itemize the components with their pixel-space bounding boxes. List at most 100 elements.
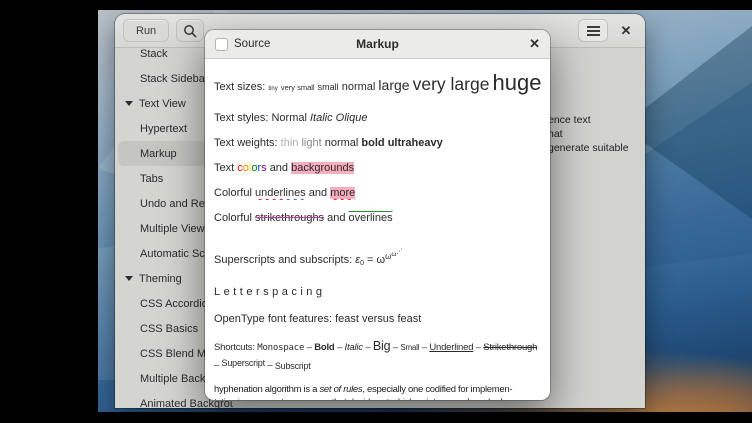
sidebar-item-label: Multiple Views	[140, 223, 210, 235]
formula-omega: ω	[377, 254, 386, 266]
shortcut-italic: Italic	[345, 342, 363, 353]
sample-text: versus	[362, 313, 394, 325]
markup-sample-shortcuts: Shortcuts: Monospace – Bold – Italic – B…	[214, 339, 541, 374]
description-fragment: generate suitable	[548, 142, 629, 154]
sample-label: Superscripts and subscripts:	[214, 254, 352, 266]
size-very-small: very small	[281, 83, 315, 92]
separator-dash: –	[214, 360, 219, 371]
paragraph-line: tation in a computer program, that decid…	[214, 396, 541, 400]
sidebar-item-label: Theming	[139, 273, 182, 285]
underline-red: under	[255, 187, 283, 199]
size-huge: huge	[493, 71, 541, 95]
separator-dash: –	[393, 342, 398, 353]
formula-equals: =	[367, 254, 373, 266]
style-normal: Normal	[271, 112, 306, 124]
size-very-large: very large	[413, 74, 490, 94]
dialog-close-button[interactable]: ✕	[529, 36, 540, 52]
sidebar-item-label: Stack	[140, 48, 168, 60]
formula-subscript: 0	[360, 260, 364, 267]
sample-label: Text sizes:	[214, 81, 265, 93]
source-checkbox[interactable]: Source	[215, 38, 270, 51]
separator-dash: –	[337, 342, 342, 353]
formula-superscript: ω⋰	[391, 251, 402, 258]
shortcut-strikethrough: Strikethrough	[483, 342, 537, 353]
source-checkbox-label: Source	[234, 38, 270, 50]
markup-sample-superscripts: Superscripts and subscripts: ε0 = ωωω⋰	[214, 245, 541, 271]
weight-normal: normal	[325, 137, 359, 149]
markup-sample-underlines: Colorful underlines and more	[214, 186, 541, 200]
style-italic: Italic	[310, 112, 333, 124]
search-button[interactable]	[176, 19, 204, 42]
expander-arrow-icon	[125, 276, 133, 281]
close-icon: ✕	[529, 36, 540, 51]
primary-menu-button[interactable]	[578, 19, 608, 42]
shortcut-superscript: Superscript	[222, 358, 265, 368]
shortcut-bold: Bold	[314, 342, 334, 353]
sidebar-item-label: Markup	[140, 148, 177, 160]
description-fragment: hat	[548, 128, 563, 140]
expander-arrow-icon	[125, 101, 133, 106]
markup-demo-dialog: Source Markup ✕ Text sizes: tiny very sm…	[205, 30, 550, 400]
markup-sample-strikethroughs: Colorful strikethroughs and overlines	[214, 211, 541, 225]
size-large: large	[378, 77, 409, 93]
weight-ultraheavy: ultraheavy	[388, 137, 443, 149]
size-normal: normal	[342, 81, 376, 93]
sample-label: Text	[214, 162, 234, 174]
sample-label: OpenType font features:	[214, 313, 332, 325]
sidebar-item-label: Tabs	[140, 173, 163, 185]
run-button[interactable]: Run	[123, 19, 169, 42]
size-tiny: tiny	[268, 86, 277, 92]
markup-sample-letterspacing: Letterspacing	[214, 285, 541, 299]
separator-dash: –	[307, 342, 312, 353]
markup-sample-text-weights: Text weights: thin light normal bold ult…	[214, 136, 541, 150]
checkbox-icon	[215, 38, 228, 51]
separator-dash: –	[476, 342, 481, 353]
shortcut-underlined: Underlined	[429, 342, 473, 353]
sidebar-item-label: Stack Sidebar	[140, 73, 208, 85]
sidebar-item-label: Hypertext	[140, 123, 187, 135]
separator-dash: –	[422, 342, 427, 353]
paragraph-line: hyphenation algorithm is a set of rules,…	[214, 383, 541, 396]
weight-thin: thin	[281, 137, 299, 149]
sample-text: and	[270, 162, 288, 174]
style-oblique: Olique	[336, 112, 368, 124]
markup-sample-text-styles: Text styles: Normal Italic Olique	[214, 111, 541, 125]
markup-sample-paragraph: hyphenation algorithm is a set of rules,…	[214, 383, 541, 400]
description-fragment: ence text	[548, 114, 591, 126]
markup-sample-opentype: OpenType font features: feast versus fea…	[214, 312, 541, 326]
underlined-word: underlines	[255, 187, 306, 199]
shortcuts-line-1: Shortcuts: Monospace – Bold – Italic – B…	[214, 339, 541, 356]
sample-label: Text styles:	[214, 112, 268, 124]
strikethrough-word: strikethroughs	[255, 212, 324, 224]
sample-label: Colorful	[214, 187, 252, 199]
shortcut-small: Small	[400, 343, 419, 352]
sample-label: Shortcuts:	[214, 342, 255, 353]
rainbow-word: colors	[237, 162, 266, 174]
markup-textview: Text sizes: tiny very small small normal…	[205, 59, 550, 400]
underline-blue: lines	[283, 187, 306, 199]
sidebar-item-label: CSS Accordion	[140, 298, 214, 310]
markup-sample-text-sizes: Text sizes: tiny very small small normal…	[214, 71, 541, 101]
hamburger-icon	[587, 26, 600, 36]
size-small: small	[318, 82, 339, 92]
shortcut-subscript: Subscript	[275, 361, 311, 371]
paragraph-italic-text: set of rules	[319, 384, 362, 395]
markup-sample-colors: Text colors and backgrounds	[214, 161, 541, 175]
overline-word: overlines	[349, 212, 393, 224]
weight-light: light	[301, 137, 321, 149]
sidebar-item-label: Text View	[139, 98, 186, 110]
close-icon: ✕	[621, 23, 632, 39]
sample-label: Colorful	[214, 212, 252, 224]
formula-superscript: ωω⋰	[385, 252, 402, 261]
formula-dots: ⋰	[396, 249, 402, 255]
highlighted-word: backgrounds	[291, 162, 354, 174]
window-close-button[interactable]: ✕	[615, 19, 637, 42]
error-underline-word: more	[330, 187, 355, 199]
search-icon	[183, 24, 197, 38]
sample-text: and	[309, 187, 327, 199]
sample-text: and	[327, 212, 345, 224]
sample-label: Text weights:	[214, 137, 278, 149]
sidebar-item-label: CSS Basics	[140, 323, 198, 335]
paragraph-text: hyphenation algorithm is a	[214, 384, 319, 395]
rainbow-letter: s	[261, 162, 267, 174]
